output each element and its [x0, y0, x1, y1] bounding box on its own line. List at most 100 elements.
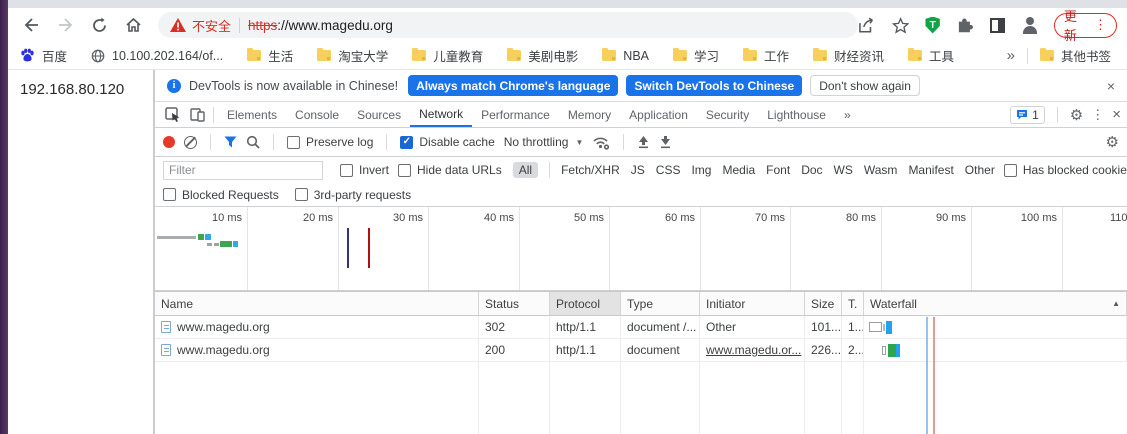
issues-counter[interactable]: 1 — [1010, 105, 1045, 124]
filter-type-manifest[interactable]: Manifest — [908, 163, 953, 177]
request-type: document /... — [621, 316, 700, 339]
tab-network[interactable]: Network — [410, 102, 473, 127]
column-header-waterfall[interactable]: Waterfall ▲ — [864, 292, 1127, 316]
switch-to-chinese-button[interactable]: Switch DevTools to Chinese — [626, 75, 803, 96]
request-initiator: Other — [700, 316, 805, 339]
column-header-type[interactable]: Type — [621, 292, 700, 316]
bookmark-folder-life[interactable]: 生活 — [247, 46, 293, 65]
column-header-protocol[interactable]: Protocol — [550, 292, 621, 316]
home-icon[interactable] — [120, 12, 146, 38]
filter-divider — [549, 162, 551, 178]
filter-input[interactable] — [163, 160, 323, 180]
other-bookmarks-folder[interactable]: 其他书签 — [1039, 46, 1111, 65]
tab-elements[interactable]: Elements — [218, 102, 286, 127]
throttling-dropdown[interactable]: No throttling ▼ — [504, 135, 584, 149]
bookmark-folder-nba[interactable]: NBA — [602, 48, 649, 63]
filter-type-font[interactable]: Font — [766, 163, 790, 177]
share-icon[interactable] — [858, 17, 876, 34]
request-initiator-link[interactable]: www.magedu.or... — [706, 343, 801, 357]
devtools-close-icon[interactable]: × — [1112, 106, 1121, 123]
tab-memory[interactable]: Memory — [559, 102, 620, 127]
timeline-tick: 100 ms — [1020, 212, 1057, 224]
invert-checkbox[interactable]: Invert — [340, 163, 389, 177]
more-tabs-icon[interactable]: » — [835, 102, 860, 127]
waterfall-wait-tick — [883, 324, 885, 331]
disable-cache-checkbox[interactable]: ✓ Disable cache — [400, 135, 495, 149]
filter-type-css[interactable]: CSS — [656, 163, 681, 177]
checkbox-checked: ✓ — [400, 135, 414, 149]
profile-avatar[interactable] — [1021, 16, 1038, 34]
network-settings-gear-icon[interactable]: ⚙ — [1106, 133, 1119, 151]
import-har-icon[interactable] — [637, 135, 650, 149]
devtools-menu-icon[interactable]: ⋮ — [1091, 107, 1104, 123]
table-row[interactable]: www.magedu.org 200 http/1.1 document www… — [155, 339, 1127, 362]
record-network-log-button[interactable] — [163, 136, 175, 148]
forward-icon[interactable] — [52, 12, 78, 38]
table-row[interactable]: www.magedu.org 302 http/1.1 document /..… — [155, 316, 1127, 339]
adblock-shield-icon[interactable]: T — [925, 16, 940, 34]
tab-console[interactable]: Console — [286, 102, 348, 127]
tab-application[interactable]: Application — [620, 102, 697, 127]
infobar-close-icon[interactable]: × — [1107, 78, 1115, 94]
device-toolbar-icon[interactable] — [185, 103, 209, 127]
preserve-log-checkbox[interactable]: Preserve log — [287, 135, 373, 149]
avatar-body — [1022, 26, 1037, 34]
timeline-tick: 10 ms — [212, 212, 242, 224]
hide-data-urls-checkbox[interactable]: Hide data URLs — [398, 163, 502, 177]
column-header-status[interactable]: Status — [479, 292, 550, 316]
filter-funnel-icon[interactable] — [224, 136, 237, 148]
dont-show-again-button[interactable]: Don't show again — [810, 75, 920, 96]
bookmark-star-icon[interactable] — [892, 16, 910, 34]
filter-type-all[interactable]: All — [512, 162, 539, 178]
request-filter-row: Blocked Requests 3rd-party requests — [155, 183, 1127, 207]
request-name-cell: www.magedu.org — [155, 339, 479, 362]
filter-type-doc[interactable]: Doc — [801, 163, 822, 177]
column-header-initiator[interactable]: Initiator — [700, 292, 805, 316]
folder-icon — [412, 48, 427, 61]
bookmark-ip-link[interactable]: 10.100.202.164/of... — [91, 49, 223, 63]
filter-type-img[interactable]: Img — [691, 163, 711, 177]
bookmark-folder-study[interactable]: 学习 — [673, 46, 719, 65]
export-har-icon[interactable] — [659, 135, 672, 149]
tab-performance[interactable]: Performance — [472, 102, 559, 127]
search-icon[interactable] — [246, 135, 260, 149]
match-language-button[interactable]: Always match Chrome's language — [408, 75, 619, 96]
filter-type-other[interactable]: Other — [965, 163, 995, 177]
has-blocked-cookies-checkbox[interactable]: Has blocked cookies — [1003, 163, 1127, 177]
back-icon[interactable] — [18, 12, 44, 38]
column-header-time[interactable]: T. — [842, 292, 864, 316]
bookmark-folder-kids[interactable]: 儿童教育 — [412, 46, 483, 65]
column-header-name[interactable]: Name — [155, 292, 479, 316]
tab-lighthouse[interactable]: Lighthouse — [758, 102, 835, 127]
column-header-size[interactable]: Size — [805, 292, 842, 316]
third-party-requests-checkbox[interactable]: 3rd-party requests — [294, 188, 411, 202]
filter-type-ws[interactable]: WS — [834, 163, 853, 177]
filter-type-wasm[interactable]: Wasm — [864, 163, 898, 177]
browser-menu-icon[interactable]: ⋮ — [1094, 17, 1107, 33]
bookmark-folder-taobao[interactable]: 淘宝大学 — [317, 46, 388, 65]
tab-security[interactable]: Security — [697, 102, 758, 127]
filter-type-js[interactable]: JS — [631, 163, 645, 177]
filter-type-fetch-xhr[interactable]: Fetch/XHR — [561, 163, 620, 177]
bookmark-baidu[interactable]: 百度 — [20, 46, 67, 65]
tab-sources[interactable]: Sources — [348, 102, 410, 127]
chrome-update-button[interactable]: 更新 ⋮ — [1053, 9, 1117, 43]
bookmark-folder-movies[interactable]: 美剧电影 — [507, 46, 578, 65]
extensions-puzzle-icon[interactable] — [956, 16, 974, 34]
bookmark-folder-finance[interactable]: 财经资讯 — [813, 46, 884, 65]
network-conditions-icon[interactable] — [592, 135, 610, 150]
timeline-tick: 40 ms — [484, 212, 514, 224]
address-bar[interactable]: 不安全 https://www.magedu.org — [158, 12, 858, 38]
clear-network-log-icon[interactable] — [184, 135, 197, 149]
blocked-requests-checkbox[interactable]: Blocked Requests — [163, 188, 279, 202]
bookmark-folder-tools[interactable]: 工具 — [908, 46, 954, 65]
bookmarks-overflow-icon[interactable]: » — [1007, 47, 1015, 64]
inspect-element-icon[interactable] — [161, 103, 185, 127]
filter-type-media[interactable]: Media — [722, 163, 755, 177]
bookmark-folder-work[interactable]: 工作 — [743, 46, 789, 65]
settings-gear-icon[interactable]: ⚙ — [1070, 106, 1083, 124]
network-overview-timeline[interactable]: 10 ms 20 ms 30 ms 40 ms 50 ms 60 ms 70 m… — [155, 207, 1127, 291]
folder-icon — [247, 48, 262, 61]
sidebar-extension-icon[interactable] — [990, 17, 1005, 33]
reload-icon[interactable] — [86, 12, 112, 38]
